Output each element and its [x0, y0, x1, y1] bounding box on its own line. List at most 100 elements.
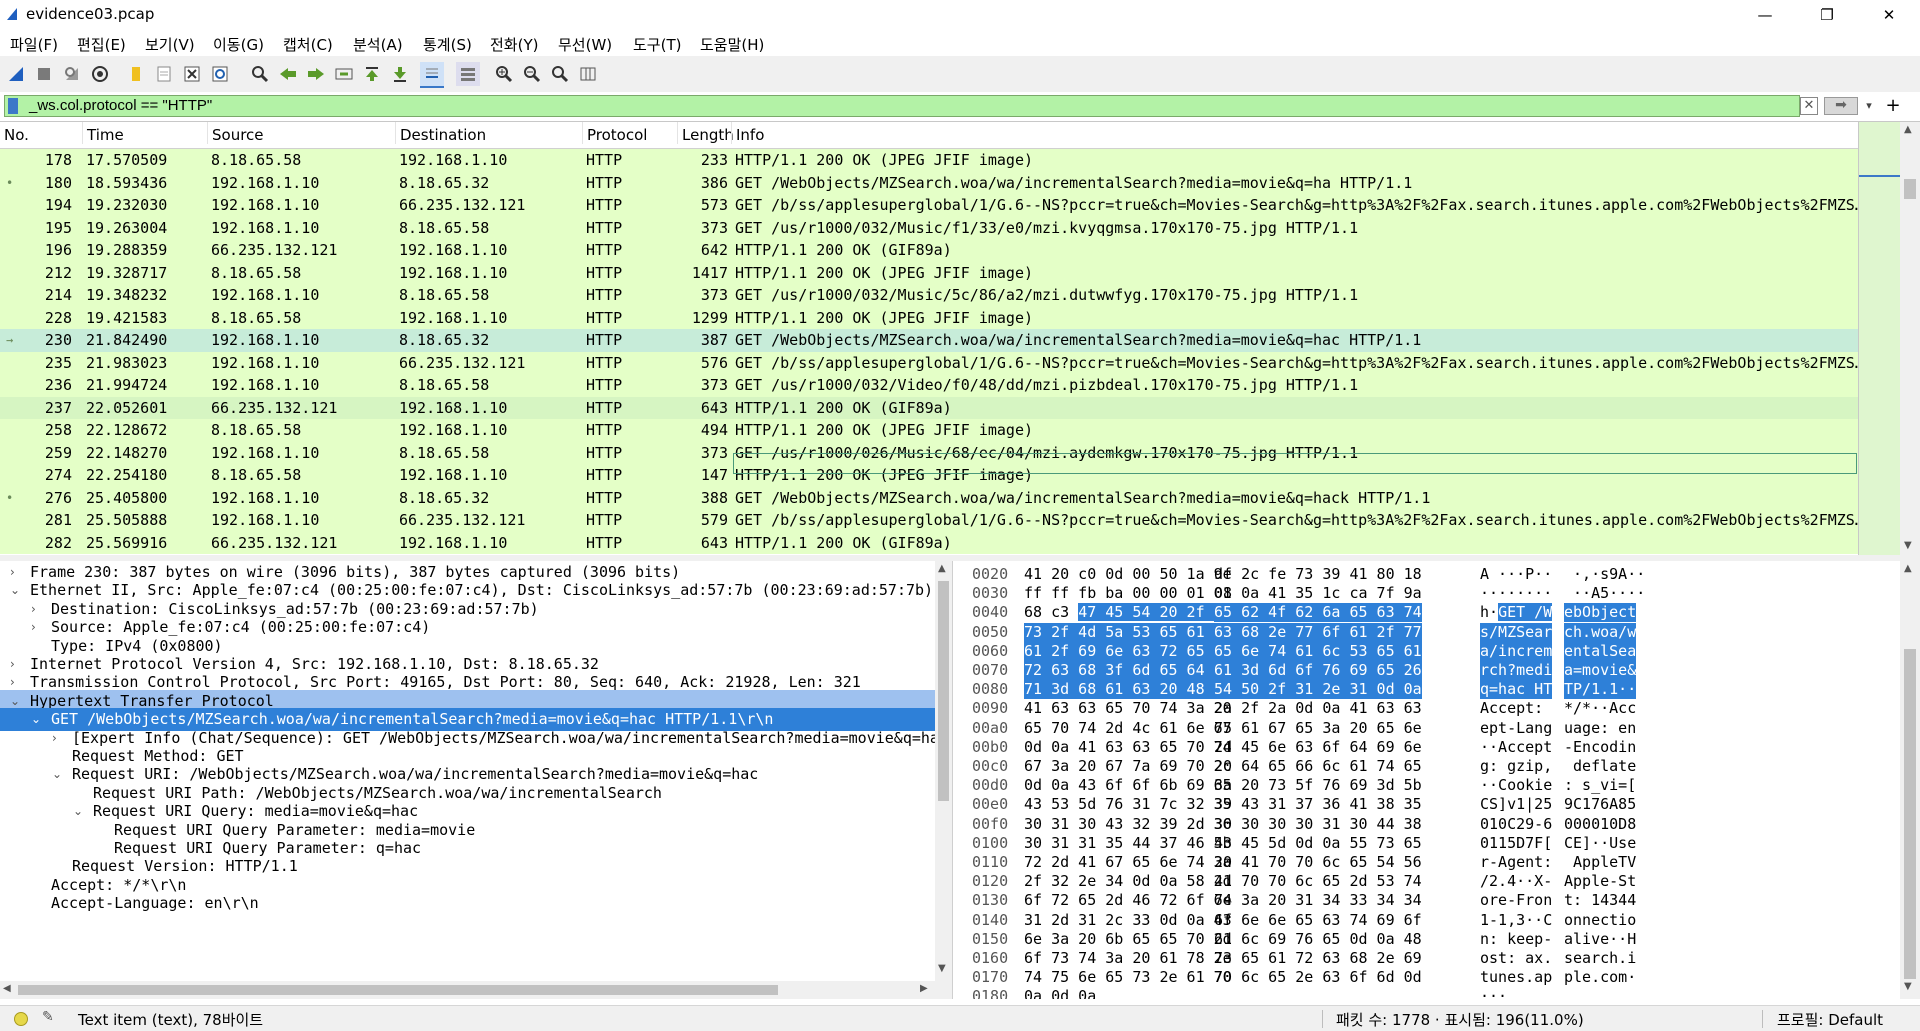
details-scroll-thumb[interactable] — [938, 581, 949, 801]
packet-row[interactable]: • 180 18.593436 192.168.1.10 8.18.65.32 HTTP 3… — [0, 171, 1858, 194]
go-to-packet-icon[interactable] — [332, 62, 356, 86]
stop-icon[interactable] — [32, 62, 56, 86]
column-header-info[interactable]: Info — [731, 122, 764, 144]
hex-row[interactable]: 0080 71 3d 68 61 63 20 48 54 54 50 2f 31 2… — [958, 680, 1898, 700]
menu-go[interactable]: 이동(G) — [213, 34, 264, 55]
packet-row[interactable]: 194 19.232030 192.168.1.10 66.235.132.121 HT… — [0, 194, 1858, 217]
hex-row[interactable]: 00e0 43 53 5d 76 31 7c 32 35 39 43 31 37 3… — [958, 795, 1898, 814]
expert-info-led-icon[interactable] — [14, 1012, 28, 1026]
shark-fin-start-icon[interactable] — [4, 62, 28, 86]
details-scroll-up-icon[interactable]: ▲ — [938, 563, 946, 574]
hex-row[interactable]: 0100 30 31 31 35 44 37 46 5b 43 45 5d 0d 0… — [958, 834, 1898, 853]
hex-row[interactable]: 00a0 65 70 74 2d 4c 61 6e 67 75 61 67 65 3… — [958, 719, 1898, 738]
packet-row[interactable]: 237 22.052601 66.235.132.121 192.168.1.10 HT… — [0, 396, 1858, 419]
packet-row[interactable]: 236 21.994724 192.168.1.10 8.18.65.58 HTTP 37… — [0, 374, 1858, 397]
hex-row[interactable]: 0090 41 63 63 65 70 74 3a 20 2a 2f 2a 0d 0… — [958, 699, 1898, 718]
reload-icon[interactable] — [208, 62, 232, 86]
details-scroll-right-icon[interactable]: ▶ — [920, 983, 928, 994]
column-header-time[interactable]: Time — [82, 122, 124, 144]
hex-row[interactable]: 0180 0a 0d 0a ··· — [958, 987, 1898, 999]
packet-row[interactable]: 214 19.348232 192.168.1.10 8.18.65.58 HTTP 37… — [0, 284, 1858, 307]
packet-row[interactable]: 235 21.983023 192.168.1.10 66.235.132.121 HT… — [0, 351, 1858, 374]
menu-wireless[interactable]: 무선(W) — [558, 34, 612, 55]
bytes-scroll-up-icon[interactable]: ▲ — [1904, 563, 1912, 574]
menu-help[interactable]: 도움말(H) — [700, 34, 764, 55]
column-header-length[interactable]: Length — [677, 122, 734, 144]
packet-row[interactable]: 282 25.569916 66.235.132.121 192.168.1.10 HT… — [0, 531, 1858, 554]
menu-telephony[interactable]: 전화(Y) — [490, 34, 538, 55]
hex-row[interactable]: 00f0 30 31 30 43 32 39 2d 36 30 30 30 30 3… — [958, 815, 1898, 834]
hex-row[interactable]: 0170 74 75 6e 65 73 2e 61 70 70 6c 65 2e 6… — [958, 968, 1898, 987]
normal-size-icon[interactable] — [548, 62, 572, 86]
zoom-in-icon[interactable] — [492, 62, 516, 86]
add-filter-button[interactable]: + — [1884, 95, 1902, 117]
packet-row[interactable]: 274 22.254180 8.18.65.58 192.168.1.10 HTTP 14… — [0, 464, 1858, 487]
edit-comment-icon[interactable]: ✎ — [42, 1009, 54, 1025]
filter-clear-button[interactable]: ✕ — [1800, 97, 1818, 115]
details-vertical-scrollbar[interactable]: ▲ ▼ — [935, 561, 952, 999]
maximize-button[interactable]: ❐ — [1804, 0, 1850, 30]
filter-bookmark-icon[interactable] — [8, 98, 18, 114]
hex-row[interactable]: 0020 41 20 c0 0d 00 50 1a 9e df 2c fe 73 3… — [958, 565, 1898, 584]
detail-tree-item[interactable]: Accept-Language: en\r\n — [0, 892, 935, 915]
autoscroll-icon[interactable] — [420, 62, 444, 88]
zoom-out-icon[interactable] — [520, 62, 544, 86]
back-icon[interactable] — [276, 62, 300, 86]
packet-row[interactable]: 281 25.505888 192.168.1.10 66.235.132.121 HT… — [0, 509, 1858, 532]
details-horizontal-scrollbar[interactable]: ◀ ▶ — [0, 981, 935, 999]
bytes-scroll-thumb[interactable] — [1904, 649, 1916, 979]
packet-row[interactable]: 212 19.328717 8.18.65.58 192.168.1.10 HTTP 14… — [0, 261, 1858, 284]
packet-minimap[interactable] — [1858, 122, 1901, 555]
packet-list-scrollbar[interactable]: ▲ ▼ — [1900, 122, 1920, 555]
hex-row[interactable]: 0070 72 63 68 3f 6d 65 64 69 61 3d 6d 6f 7… — [958, 661, 1898, 680]
profile-status[interactable]: 프로필: Default — [1777, 1009, 1883, 1030]
close-file-icon[interactable] — [180, 62, 204, 86]
filter-history-dropdown[interactable]: ▾ — [1862, 97, 1876, 115]
hex-row[interactable]: 0150 6e 3a 20 6b 65 65 70 2d 61 6c 69 76 6… — [958, 930, 1898, 949]
hex-row[interactable]: 0030 ff ff fb ba 00 00 01 01 08 0a 41 35 1… — [958, 584, 1898, 603]
packet-list-scroll-thumb[interactable] — [1904, 179, 1916, 199]
hex-row[interactable]: 00c0 67 3a 20 67 7a 69 70 2c 20 64 65 66 6… — [958, 757, 1898, 776]
hex-row[interactable]: 0140 31 2d 31 2c 33 0d 0a 43 6f 6e 6e 65 6… — [958, 911, 1898, 930]
packet-row[interactable]: 195 19.263004 192.168.1.10 8.18.65.58 HTTP 37… — [0, 216, 1858, 239]
details-scroll-down-icon[interactable]: ▼ — [938, 963, 946, 974]
scroll-up-arrow-icon[interactable]: ▲ — [1904, 124, 1912, 135]
menu-capture[interactable]: 캡처(C) — [283, 34, 333, 55]
packet-row[interactable]: 196 19.288359 66.235.132.121 192.168.1.10 HT… — [0, 239, 1858, 262]
packet-row[interactable]: → 230 21.842490 192.168.1.10 8.18.65.32 HTTP 3… — [0, 329, 1858, 352]
column-header-source[interactable]: Source — [207, 122, 264, 144]
bytes-scroll-down-icon[interactable]: ▼ — [1904, 981, 1912, 992]
menu-edit[interactable]: 편집(E) — [77, 34, 126, 55]
hex-row[interactable]: 0050 73 2f 4d 5a 53 65 61 72 63 68 2e 77 6… — [958, 622, 1898, 642]
menu-file[interactable]: 파일(F) — [10, 34, 58, 55]
menu-statistics[interactable]: 통계(S) — [423, 34, 472, 55]
last-packet-icon[interactable] — [388, 62, 412, 86]
hex-row[interactable]: 0060 61 2f 69 6e 63 72 65 6d 65 6e 74 61 6… — [958, 641, 1898, 661]
open-icon[interactable] — [124, 62, 148, 86]
menu-tools[interactable]: 도구(T) — [633, 34, 681, 55]
close-button[interactable]: ✕ — [1866, 0, 1912, 30]
scroll-down-arrow-icon[interactable]: ▼ — [1904, 540, 1912, 551]
colorize-icon[interactable] — [456, 62, 480, 86]
hex-row[interactable]: 0110 72 2d 41 67 65 6e 74 3a 20 41 70 70 6… — [958, 853, 1898, 872]
details-hscroll-thumb[interactable] — [18, 985, 778, 995]
minimize-button[interactable]: — — [1742, 0, 1788, 30]
forward-icon[interactable] — [304, 62, 328, 86]
hex-row[interactable]: 00b0 0d 0a 41 63 63 65 70 74 2d 45 6e 63 6… — [958, 738, 1898, 757]
display-filter-input[interactable]: _ws.col.protocol == "HTTP" — [4, 95, 1800, 117]
packet-row[interactable]: 259 22.148270 192.168.1.10 8.18.65.58 HTTP 37… — [0, 441, 1858, 464]
hex-row[interactable]: 00d0 0d 0a 43 6f 6f 6b 69 65 3a 20 73 5f 7… — [958, 776, 1898, 795]
restart-icon[interactable] — [60, 62, 84, 86]
column-header-no[interactable]: No. — [0, 122, 29, 144]
file-icon[interactable] — [152, 62, 176, 86]
hex-row[interactable]: 0160 6f 73 74 3a 20 61 78 2e 73 65 61 72 6… — [958, 949, 1898, 968]
capture-options-icon[interactable] — [88, 62, 112, 86]
hex-row[interactable]: 0130 6f 72 65 2d 46 72 6f 6e 74 3a 20 31 3… — [958, 891, 1898, 910]
packet-row[interactable]: 228 19.421583 8.18.65.58 192.168.1.10 HTTP 12… — [0, 306, 1858, 329]
resize-columns-icon[interactable] — [576, 62, 600, 86]
packet-row[interactable]: 178 17.570509 8.18.65.58 192.168.1.10 HTTP 23… — [0, 149, 1858, 172]
packet-row[interactable]: 258 22.128672 8.18.65.58 192.168.1.10 HTTP 49… — [0, 419, 1858, 442]
menu-analyze[interactable]: 분석(A) — [353, 34, 403, 55]
column-header-destination[interactable]: Destination — [395, 122, 486, 144]
hex-row[interactable]: 0120 2f 32 2e 34 0d 0a 58 2d 41 70 70 6c 6… — [958, 872, 1898, 891]
